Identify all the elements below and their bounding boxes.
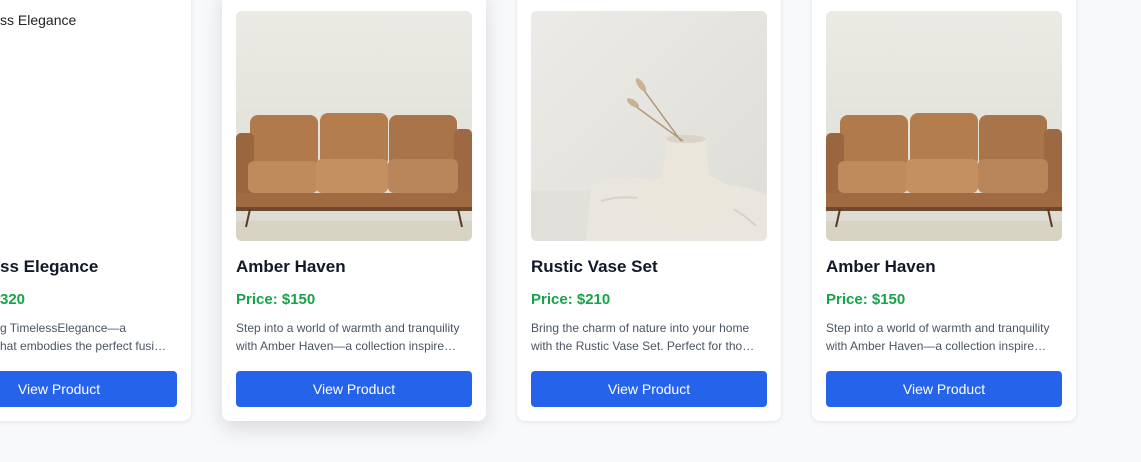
sofa-image [236, 11, 472, 241]
product-image[interactable] [826, 11, 1062, 241]
product-image[interactable] [236, 11, 472, 241]
product-title: ss Elegance [0, 257, 99, 276]
sofa-image [826, 11, 1062, 241]
product-price: Price: $210 [531, 291, 611, 308]
product-description: Bring the charm of nature into your home… [531, 321, 755, 353]
product-title: Amber Haven [826, 257, 936, 276]
product-price: Price: $150 [826, 291, 906, 308]
product-description: Step into a world of warmth and tranquil… [236, 321, 460, 353]
view-product-button[interactable]: View Product [236, 371, 472, 407]
product-description: Step into a world of warmth and tranquil… [826, 321, 1050, 353]
product-price: Price: $150 [236, 291, 316, 308]
product-title: Amber Haven [236, 257, 346, 276]
view-product-button[interactable]: View Product [531, 371, 767, 407]
product-card: ss Elegance ss Elegance 320 g TimelessEl… [0, 0, 191, 421]
product-card: Amber Haven Price: $150 Step into a worl… [222, 0, 486, 421]
view-product-button[interactable]: View Product [826, 371, 1062, 407]
product-carousel: ss Elegance ss Elegance 320 g TimelessEl… [0, 0, 1141, 462]
view-product-button[interactable]: View Product [0, 371, 177, 407]
product-title: Rustic Vase Set [531, 257, 658, 276]
broken-image-alt-text: ss Elegance [0, 12, 77, 28]
product-price: 320 [0, 291, 26, 308]
product-card: Rustic Vase Set Price: $210 Bring the ch… [517, 0, 781, 421]
product-description: g TimelessElegance—a hat embodies the pe… [0, 321, 167, 353]
product-image[interactable] [531, 11, 767, 241]
vase-image [531, 11, 767, 241]
product-card: Amber Haven Price: $150 Step into a worl… [812, 0, 1076, 421]
